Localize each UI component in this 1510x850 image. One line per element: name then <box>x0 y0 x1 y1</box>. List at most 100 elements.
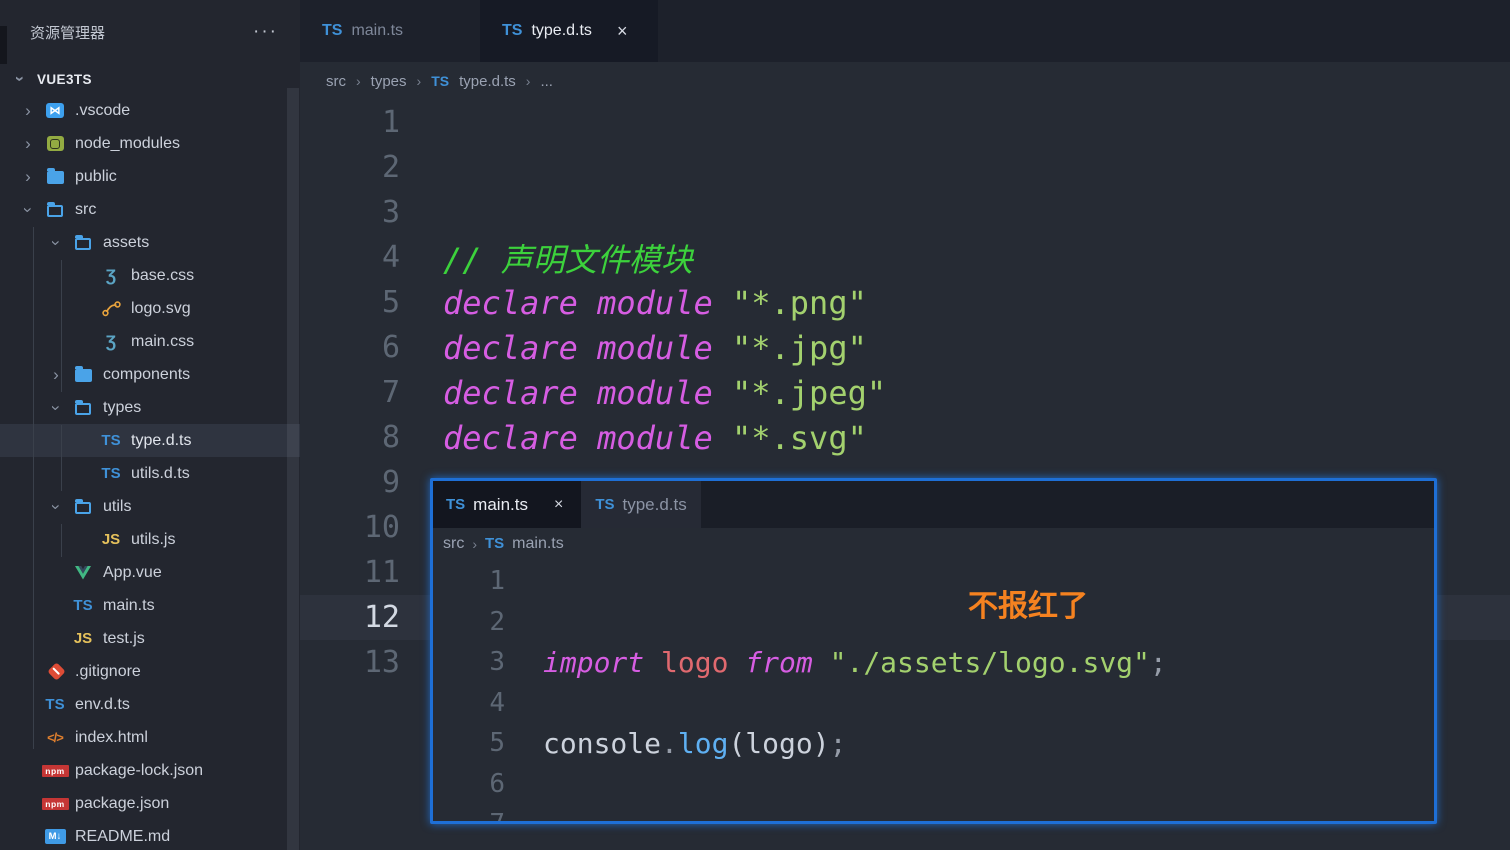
tab-label: type.d.ts <box>531 22 591 40</box>
tree-item-utils-d-ts[interactable]: TS utils.d.ts <box>0 457 300 490</box>
tab-label: main.ts <box>473 495 528 515</box>
editor-tabbar: TS main.ts TS type.d.ts × <box>300 0 1510 62</box>
breadcrumb-more[interactable]: ... <box>540 73 553 90</box>
sidebar-scrollbar[interactable] <box>287 88 299 850</box>
tab-label: type.d.ts <box>622 495 686 515</box>
annotation-text: 不报红了 <box>968 581 1088 625</box>
typescript-file-icon: TS <box>595 496 614 513</box>
chevron-down-icon[interactable]: › <box>46 231 66 255</box>
tree-item-index-html[interactable]: </> index.html <box>0 721 300 754</box>
tree-item-base-css[interactable]: Ʒ base.css <box>0 259 300 292</box>
code-line[interactable]: 2 <box>300 145 1510 190</box>
tree-item-main-ts[interactable]: TS main.ts <box>0 589 300 622</box>
open-folder-icon <box>40 203 70 217</box>
close-icon[interactable]: × <box>617 22 628 40</box>
indent-guide <box>61 425 62 491</box>
typescript-file-icon: TS <box>68 597 98 614</box>
code-line[interactable]: 4 <box>433 683 1434 724</box>
tree-item-readme-md[interactable]: M↓ README.md <box>0 820 300 850</box>
chevron-down-icon[interactable]: › <box>10 67 30 91</box>
tree-item-main-css[interactable]: Ʒ main.css <box>0 325 300 358</box>
code-line[interactable]: 1 <box>300 100 1510 145</box>
tree-item-components[interactable]: › components <box>0 358 300 391</box>
code-line[interactable]: 4 // 声明文件模块 <box>300 235 1510 280</box>
inset-breadcrumb: src › TS main.ts <box>433 528 1434 559</box>
tree-item-vscode[interactable]: › ⋈ .vscode <box>0 94 300 127</box>
tree-item-gitignore[interactable]: .gitignore <box>0 655 300 688</box>
typescript-file-icon: TS <box>96 465 126 482</box>
code-line[interactable]: 6 declare module "*.jpg" <box>300 325 1510 370</box>
code-line[interactable]: 7 declare module "*.jpeg" <box>300 370 1510 415</box>
typescript-file-icon: TS <box>96 432 126 449</box>
folder-icon <box>40 169 70 184</box>
indent-guide <box>33 227 34 749</box>
tree-item-types[interactable]: › types <box>0 391 300 424</box>
vue-file-icon <box>68 566 98 580</box>
explorer-sidebar: 资源管理器 ··· › VUE3TS › ⋈ .vscode › node_mo… <box>0 0 300 850</box>
javascript-file-icon: JS <box>96 531 126 548</box>
inset-tab-main-ts[interactable]: TS main.ts × <box>430 481 581 528</box>
chevron-right-icon[interactable]: › <box>44 365 68 385</box>
tree-item-public[interactable]: › public <box>0 160 300 193</box>
project-root-label: VUE3TS <box>37 72 92 87</box>
chevron-separator-icon: › <box>526 73 531 89</box>
open-folder-icon <box>68 500 98 514</box>
tree-item-node-modules[interactable]: › node_modules <box>0 127 300 160</box>
editor-group: TS main.ts TS type.d.ts × src › types › … <box>300 0 1510 850</box>
code-line[interactable]: 6 <box>433 764 1434 805</box>
typescript-file-icon: TS <box>322 22 342 40</box>
chevron-right-icon[interactable]: › <box>16 101 40 121</box>
code-line[interactable]: 3 <box>300 190 1510 235</box>
chevron-down-icon[interactable]: › <box>46 495 66 519</box>
code-line[interactable]: 5 console.log(logo); <box>433 723 1434 764</box>
chevron-down-icon[interactable]: › <box>18 198 38 222</box>
window-edge <box>0 26 7 64</box>
breadcrumb-src[interactable]: src <box>326 73 346 90</box>
chevron-down-icon[interactable]: › <box>46 396 66 420</box>
html-file-icon: </> <box>40 730 70 745</box>
indent-guide <box>61 524 62 557</box>
chevron-right-icon[interactable]: › <box>16 167 40 187</box>
typescript-file-icon: TS <box>502 22 522 40</box>
tree-item-env-d-ts[interactable]: TS env.d.ts <box>0 688 300 721</box>
inset-tabbar: TS main.ts × TS type.d.ts <box>433 481 1434 528</box>
tree-item-type-d-ts[interactable]: TS type.d.ts <box>0 424 300 457</box>
code-line[interactable]: 3 import logo from "./assets/logo.svg"; <box>433 642 1434 683</box>
chevron-right-icon[interactable]: › <box>16 134 40 154</box>
vscode-folder-icon: ⋈ <box>40 103 70 118</box>
tab-main-ts[interactable]: TS main.ts <box>300 0 480 62</box>
tree-item-assets[interactable]: › assets <box>0 226 300 259</box>
explorer-more-actions-icon[interactable]: ··· <box>253 27 278 37</box>
code-line[interactable]: 7 <box>433 804 1434 824</box>
tree-item-app-vue[interactable]: App.vue <box>0 556 300 589</box>
tree-item-package-json[interactable]: npm package.json <box>0 787 300 820</box>
tree-item-test-js[interactable]: JS test.js <box>0 622 300 655</box>
tree-item-utils-js[interactable]: JS utils.js <box>0 523 300 556</box>
tree-item-utils[interactable]: › utils <box>0 490 300 523</box>
inset-tab-type-d-ts[interactable]: TS type.d.ts <box>581 481 700 528</box>
markdown-file-icon: M↓ <box>40 829 70 844</box>
code-line[interactable]: 8 declare module "*.svg" <box>300 415 1510 460</box>
file-tree: › ⋈ .vscode › node_modules › public › sr… <box>0 94 300 850</box>
inset-code-editor[interactable]: 1 2 3 import logo from "./assets/logo.sv… <box>433 559 1434 824</box>
close-icon[interactable]: × <box>554 497 563 513</box>
code-line[interactable]: 5 declare module "*.png" <box>300 280 1510 325</box>
typescript-file-icon: TS <box>485 535 504 552</box>
tree-item-logo-svg[interactable]: logo.svg <box>0 292 300 325</box>
project-root-row[interactable]: › VUE3TS <box>0 64 300 94</box>
breadcrumb-src[interactable]: src <box>443 535 464 553</box>
code-line[interactable]: 1 <box>433 561 1434 602</box>
typescript-file-icon: TS <box>431 73 449 89</box>
code-line[interactable]: 2 <box>433 602 1434 643</box>
breadcrumb-types[interactable]: types <box>371 73 407 90</box>
svg-file-icon <box>96 300 126 317</box>
tab-type-d-ts[interactable]: TS type.d.ts × <box>480 0 658 62</box>
vscode-window: 资源管理器 ··· › VUE3TS › ⋈ .vscode › node_mo… <box>0 0 1510 850</box>
tree-item-src[interactable]: › src <box>0 193 300 226</box>
indent-guide <box>61 260 62 392</box>
tree-item-package-lock-json[interactable]: npm package-lock.json <box>0 754 300 787</box>
breadcrumb-file[interactable]: main.ts <box>512 535 564 553</box>
breadcrumb: src › types › TS type.d.ts › ... <box>300 62 1510 100</box>
breadcrumb-file[interactable]: type.d.ts <box>459 73 516 90</box>
chevron-separator-icon: › <box>356 73 361 89</box>
